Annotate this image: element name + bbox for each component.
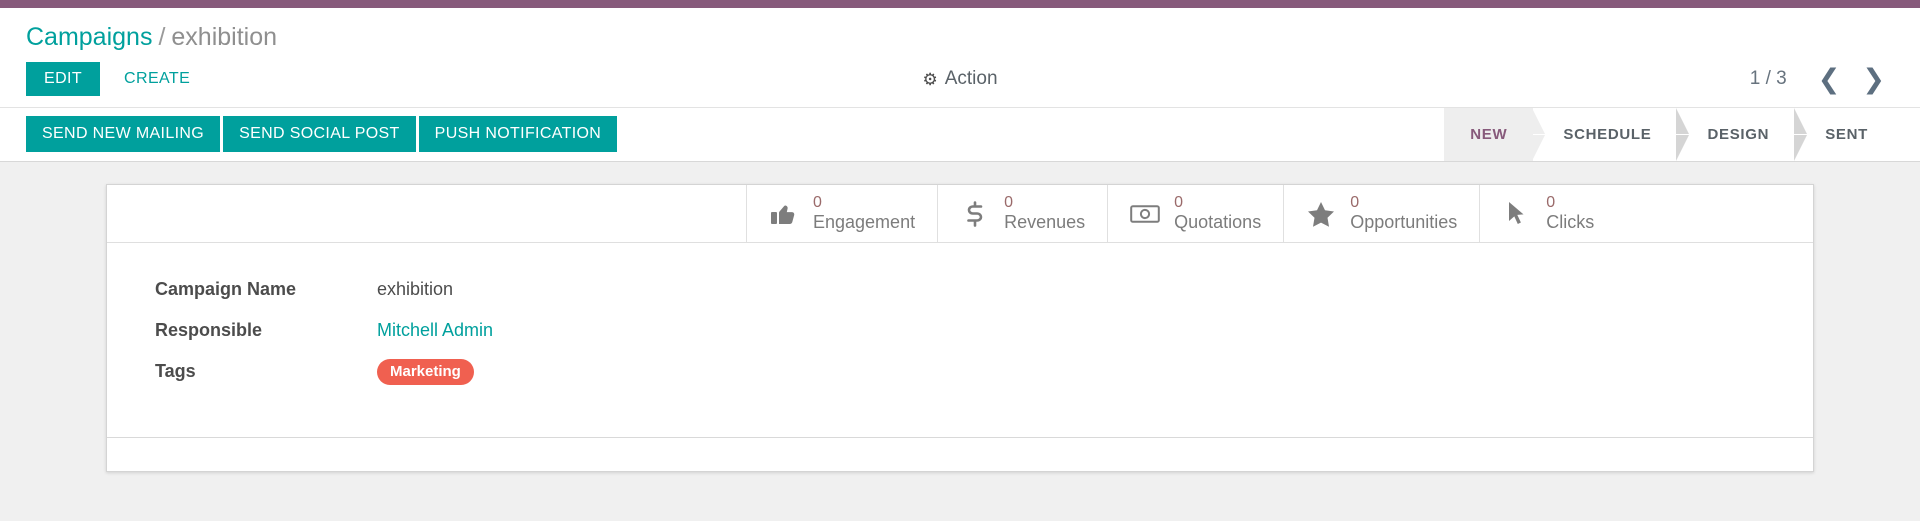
field-value-campaign-name[interactable]: exhibition — [377, 277, 1813, 301]
pager-next-icon[interactable]: ❯ — [1853, 65, 1894, 93]
stat-button-engagement[interactable]: 0 Engagement — [747, 185, 939, 242]
pager-count[interactable]: 1 / 3 — [1750, 68, 1787, 90]
stat-label-clicks: Clicks — [1546, 212, 1595, 233]
stat-text-clicks: 0 Clicks — [1546, 194, 1594, 233]
field-label-responsible: Responsible — [155, 320, 263, 340]
field-value-tags: Marketing — [377, 359, 1813, 385]
send-social-post-button[interactable]: SEND SOCIAL POST — [223, 116, 416, 152]
breadcrumb-current-record: exhibition — [171, 23, 278, 51]
sheet-background: 0 Engagement 0 Revenues 0 Quotations 0 O… — [0, 162, 1920, 521]
push-notification-button[interactable]: PUSH NOTIFICATION — [418, 116, 618, 152]
action-menu[interactable]: ⚙ Action — [922, 68, 997, 90]
breadcrumb-root-campaigns[interactable]: Campaigns — [26, 23, 152, 51]
action-menu-label: Action — [944, 68, 998, 89]
stat-text-engagement: 0 Engagement — [813, 194, 915, 233]
stat-text-opportunities: 0 Opportunities — [1350, 194, 1457, 233]
gear-icon: ⚙ — [922, 69, 938, 89]
form-sheet: 0 Engagement 0 Revenues 0 Quotations 0 O… — [106, 184, 1814, 472]
statusbar-step-sent[interactable]: SENT — [1795, 108, 1894, 161]
tag-marketing[interactable]: Marketing — [377, 359, 474, 385]
stat-value-engagement: 0 — [813, 193, 822, 211]
form-body: Campaign Name exhibition Responsible Mit… — [107, 243, 1813, 437]
send-new-mailing-button[interactable]: SEND NEW MAILING — [26, 116, 221, 152]
stat-button-revenues[interactable]: 0 Revenues — [938, 185, 1109, 242]
stat-button-clicks[interactable]: 0 Clicks — [1480, 185, 1616, 242]
thumbs-up-icon — [769, 202, 799, 226]
breadcrumb-row: Campaigns / exhibition — [0, 8, 1920, 52]
stat-label-opportunities: Opportunities — [1350, 212, 1458, 233]
create-button[interactable]: CREATE — [108, 62, 206, 96]
pager: 1 / 3 ❮ ❯ — [1750, 65, 1894, 93]
stat-button-bar: 0 Engagement 0 Revenues 0 Quotations 0 O… — [107, 185, 1813, 243]
top-brand-bar — [0, 0, 1920, 8]
pager-previous-icon[interactable]: ❮ — [1809, 65, 1850, 93]
stat-text-revenues: 0 Revenues — [1004, 194, 1085, 233]
breadcrumb-separator: / — [158, 23, 166, 51]
stat-label-revenues: Revenues — [1004, 212, 1086, 233]
statusbar-step-schedule[interactable]: SCHEDULE — [1533, 108, 1690, 161]
statusbar: NEW SCHEDULE DESIGN SENT — [1444, 108, 1894, 161]
form-field-grid: Campaign Name exhibition Responsible Mit… — [107, 277, 1813, 385]
stat-bar-spacer — [107, 185, 747, 242]
statusbar-step-design[interactable]: DESIGN — [1677, 108, 1807, 161]
field-label-tags: Tags — [155, 361, 196, 381]
control-panel: Campaigns / exhibition EDIT CREATE ⚙ Actio… — [0, 8, 1920, 162]
stat-text-quotations: 0 Quotations — [1174, 194, 1261, 233]
stat-button-quotations[interactable]: 0 Quotations — [1108, 185, 1285, 242]
button-and-status-row: SEND NEW MAILING SEND SOCIAL POST PUSH N… — [0, 108, 1920, 161]
action-button-box: SEND NEW MAILING SEND SOCIAL POST PUSH N… — [26, 108, 618, 161]
stat-value-revenues: 0 — [1004, 193, 1013, 211]
stat-value-opportunities: 0 — [1350, 193, 1360, 211]
dollar-sign-icon — [960, 200, 990, 227]
control-panel-actions-row: EDIT CREATE ⚙ Action 1 / 3 ❮ ❯ — [0, 52, 1920, 108]
field-label-campaign-name: Campaign Name — [155, 279, 297, 299]
stat-value-clicks: 0 — [1546, 193, 1556, 211]
star-icon — [1306, 201, 1336, 227]
stat-label-engagement: Engagement — [813, 212, 916, 233]
edit-button[interactable]: EDIT — [26, 62, 101, 96]
money-bill-icon — [1130, 204, 1160, 224]
mouse-pointer-icon — [1502, 201, 1532, 227]
statusbar-step-new[interactable]: NEW — [1444, 108, 1546, 161]
sheet-footer-divider — [107, 437, 1813, 471]
breadcrumb: Campaigns / exhibition — [26, 22, 1894, 52]
stat-value-quotations: 0 — [1174, 193, 1184, 211]
stat-button-opportunities[interactable]: 0 Opportunities — [1284, 185, 1481, 242]
field-value-responsible[interactable]: Mitchell Admin — [377, 318, 1813, 342]
stat-label-quotations: Quotations — [1174, 212, 1262, 233]
